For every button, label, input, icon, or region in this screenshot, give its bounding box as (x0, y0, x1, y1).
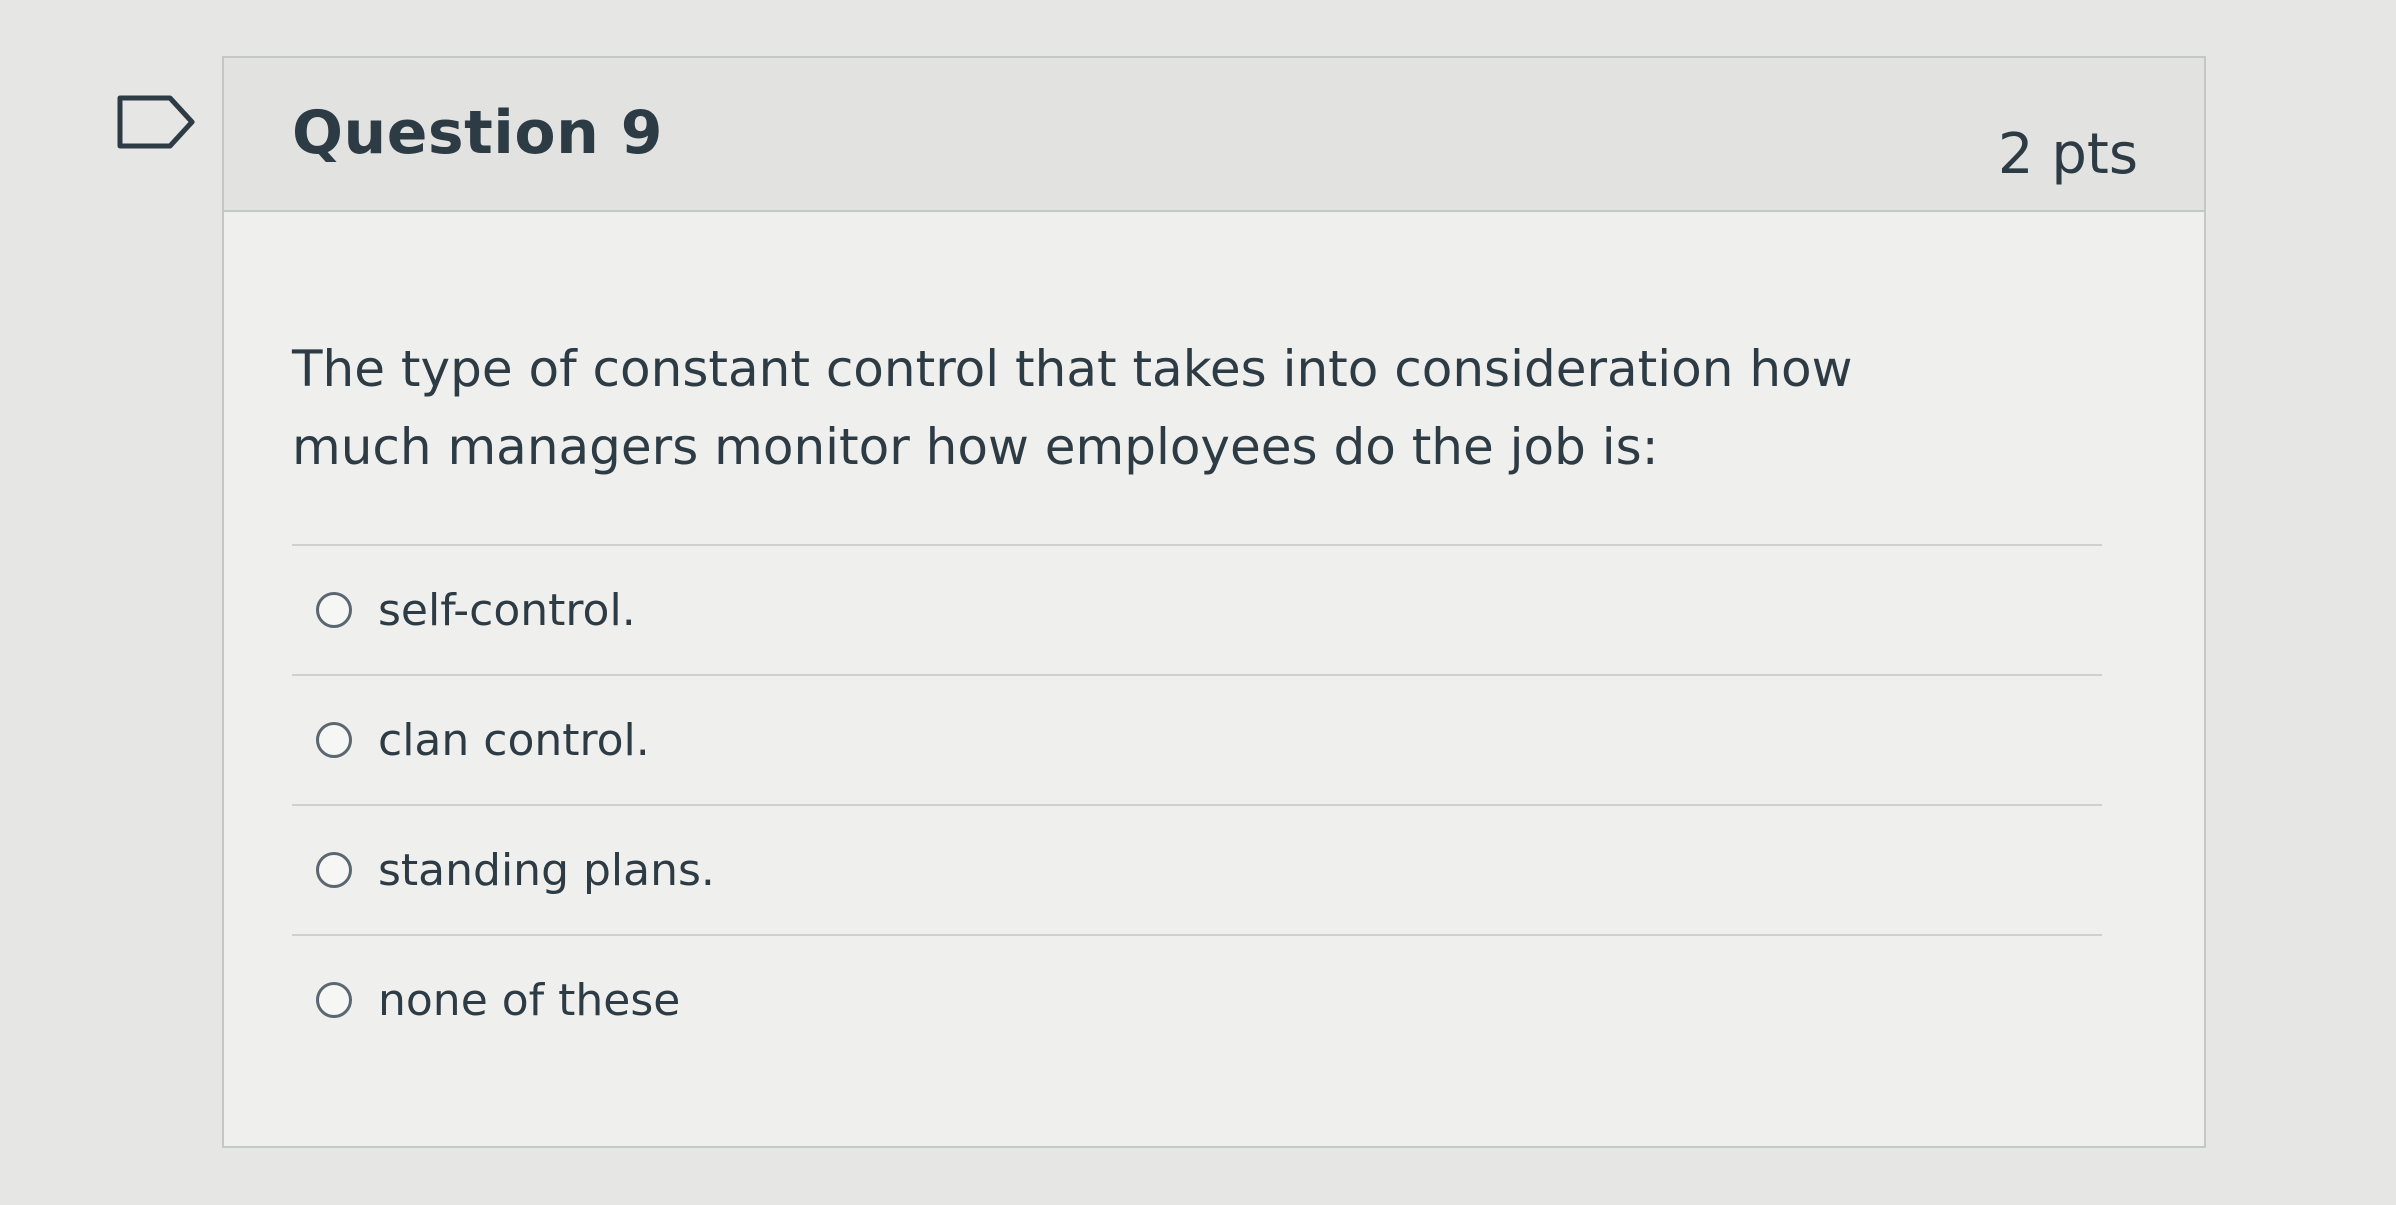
answer-label: none of these (378, 974, 681, 1026)
answer-list: self-control. clan control. standing pla… (292, 544, 2102, 1064)
question-body: The type of constant control that takes … (224, 212, 2204, 1064)
answer-label: clan control. (378, 714, 650, 766)
radio-button[interactable] (316, 852, 352, 888)
answer-option-self-control[interactable]: self-control. (292, 544, 2102, 674)
question-header: Question 9 2 pts (224, 58, 2204, 212)
radio-button[interactable] (316, 722, 352, 758)
answer-label: self-control. (378, 584, 636, 636)
radio-button[interactable] (316, 982, 352, 1018)
question-card: Question 9 2 pts The type of constant co… (222, 56, 2206, 1148)
question-title: Question 9 (292, 98, 663, 168)
question-text: The type of constant control that takes … (292, 340, 1853, 476)
flag-question-icon[interactable] (116, 94, 196, 150)
radio-button[interactable] (316, 592, 352, 628)
question-points: 2 pts (1997, 122, 2138, 187)
answer-option-standing-plans[interactable]: standing plans. (292, 804, 2102, 934)
answer-label: standing plans. (378, 844, 715, 896)
answer-option-none-of-these[interactable]: none of these (292, 934, 2102, 1064)
answer-option-clan-control[interactable]: clan control. (292, 674, 2102, 804)
